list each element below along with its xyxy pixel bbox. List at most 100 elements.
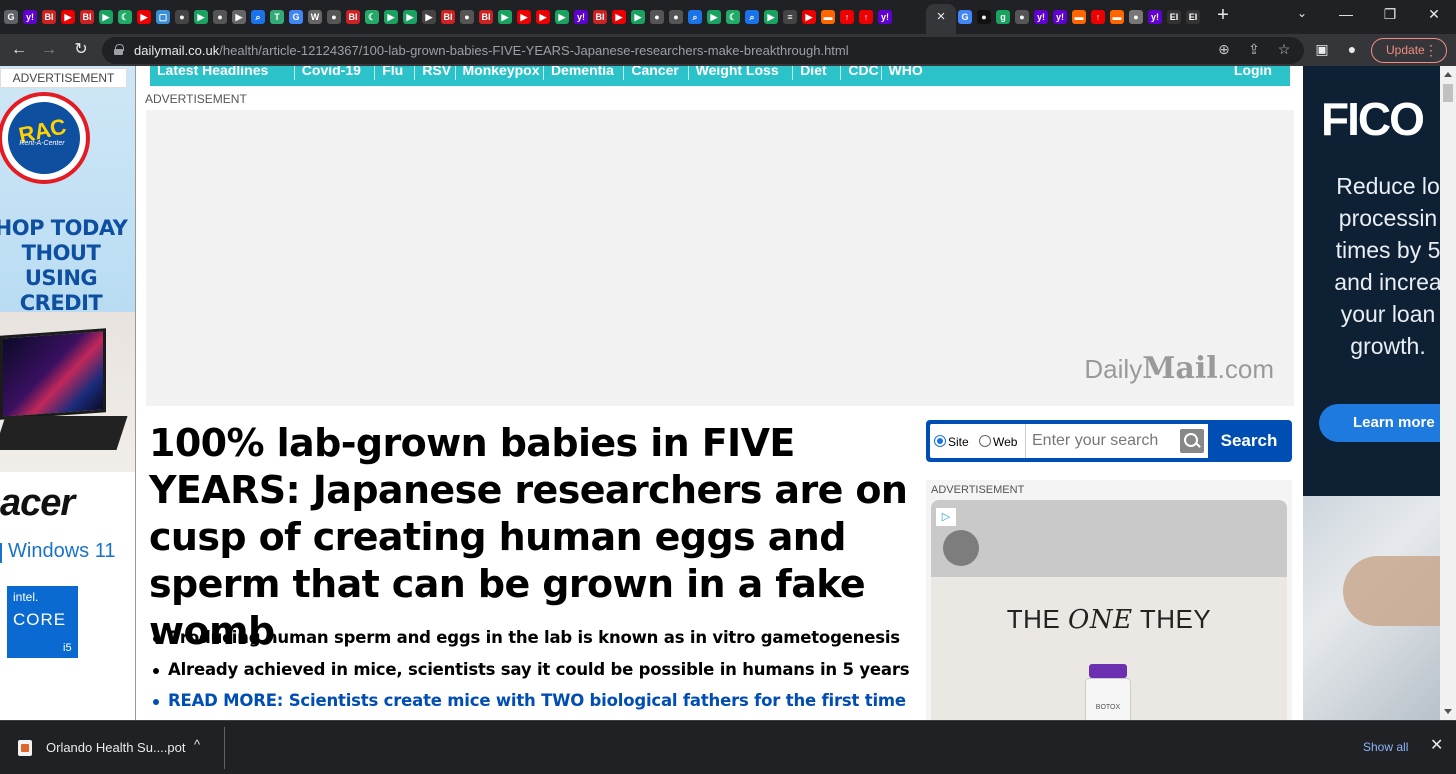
laptop-image[interactable] bbox=[0, 312, 135, 472]
tab-favicon-icon[interactable]: BI bbox=[441, 10, 455, 24]
scroll-down-arrow-icon[interactable] bbox=[1444, 709, 1452, 714]
show-all-downloads-link[interactable]: Show all bbox=[1363, 740, 1408, 754]
active-tab[interactable]: × bbox=[926, 4, 956, 34]
forward-arrow-icon[interactable]: → bbox=[38, 39, 60, 61]
tab-favicon-icon[interactable]: ⌕ bbox=[745, 10, 759, 24]
background-tab-favicons[interactable]: Gy! BI ▶ BI ▶ ☾ ▶ ▢ ● ▶ ● ▶ ⌕ T G W ● BI ☾ ▶ ▶ ▶ BI ● BI ▶ ▶ ▶ ▶ y! BI… bbox=[4, 6, 897, 28]
tab-favicon-icon[interactable]: ● bbox=[1129, 10, 1143, 24]
radio-site-label[interactable]: Site bbox=[948, 435, 969, 449]
nav-item[interactable]: Cancer bbox=[631, 66, 678, 78]
scroll-thumb[interactable] bbox=[1443, 84, 1453, 102]
tab-favicon-icon[interactable]: ● bbox=[1015, 10, 1029, 24]
close-window-icon[interactable]: ✕ bbox=[1424, 6, 1444, 23]
minimize-icon[interactable]: — bbox=[1336, 6, 1356, 22]
tab-favicon-icon[interactable]: ↑ bbox=[1091, 10, 1105, 24]
nav-item[interactable]: Latest Headlines bbox=[157, 66, 268, 78]
reload-icon[interactable]: ↻ bbox=[70, 39, 92, 61]
tab-favicon-icon[interactable]: ▶ bbox=[802, 10, 816, 24]
tab-favicon-icon[interactable]: ● bbox=[175, 10, 189, 24]
tab-favicon-icon[interactable]: ▬ bbox=[821, 10, 835, 24]
nav-item[interactable]: WHO bbox=[889, 66, 923, 78]
radio-web-label[interactable]: Web bbox=[993, 435, 1017, 449]
tab-favicon-icon[interactable]: ▶ bbox=[764, 10, 778, 24]
tab-favicon-icon[interactable]: ▶ bbox=[422, 10, 436, 24]
tab-favicon-icon[interactable]: y! bbox=[1034, 10, 1048, 24]
tab-favicon-icon[interactable]: ↑ bbox=[840, 10, 854, 24]
bookmark-star-icon[interactable]: ☆ bbox=[1274, 41, 1294, 58]
tab-favicon-icon[interactable]: G bbox=[4, 10, 18, 24]
tab-favicon-icon[interactable]: ▬ bbox=[1110, 10, 1124, 24]
tab-favicon-icon[interactable]: EI bbox=[1167, 10, 1181, 24]
tab-favicon-icon[interactable]: ▶ bbox=[707, 10, 721, 24]
close-tab-icon[interactable]: × bbox=[937, 8, 946, 25]
radio-web[interactable] bbox=[979, 435, 991, 447]
login-link[interactable]: Login bbox=[1234, 66, 1272, 78]
profile-avatar-icon[interactable]: ● bbox=[1342, 41, 1362, 57]
top-banner-ad[interactable]: DailyMail.com bbox=[146, 110, 1294, 406]
botox-ad-card[interactable]: ▷ THE ONE THEY BOTOX bbox=[931, 500, 1287, 720]
tab-favicon-icon[interactable]: ⌕ bbox=[688, 10, 702, 24]
tab-favicon-icon[interactable]: y! bbox=[1148, 10, 1162, 24]
side-panel-icon[interactable]: ▣ bbox=[1312, 41, 1332, 58]
tab-favicon-icon[interactable]: ▶ bbox=[61, 10, 75, 24]
tab-favicon-icon[interactable]: ▶ bbox=[517, 10, 531, 24]
powerpoint-file-icon[interactable] bbox=[18, 740, 32, 756]
tab-favicon-icon[interactable]: ● bbox=[977, 10, 991, 24]
background-tab-favicons-after[interactable]: G ● g ● y! y! ▬ ↑ ▬ ● y! EI EI bbox=[958, 6, 1205, 28]
nav-item[interactable]: Monkeypox bbox=[463, 66, 540, 78]
nav-item[interactable]: Dementia bbox=[551, 66, 614, 78]
tab-favicon-icon[interactable]: ● bbox=[327, 10, 341, 24]
tab-favicon-icon[interactable]: y! bbox=[23, 10, 37, 24]
tab-favicon-icon[interactable]: T bbox=[270, 10, 284, 24]
update-button[interactable]: Update ⋮ bbox=[1371, 38, 1447, 63]
tab-favicon-icon[interactable]: ▶ bbox=[99, 10, 113, 24]
more-menu-icon[interactable]: ⋮ bbox=[1424, 39, 1438, 62]
nav-item[interactable]: Covid-19 bbox=[302, 66, 361, 78]
tab-favicon-icon[interactable]: ☾ bbox=[365, 10, 379, 24]
page-scrollbar[interactable] bbox=[1440, 66, 1456, 720]
tab-favicon-icon[interactable]: ▢ bbox=[156, 10, 170, 24]
tab-favicon-icon[interactable]: g bbox=[996, 10, 1010, 24]
address-bar[interactable]: dailymail.co.uk/health/article-12124367/… bbox=[102, 37, 1304, 64]
tab-favicon-icon[interactable]: ↑ bbox=[859, 10, 873, 24]
tab-favicon-icon[interactable]: y! bbox=[878, 10, 892, 24]
tab-favicon-icon[interactable]: EI bbox=[1186, 10, 1200, 24]
right-skyscraper-ad[interactable]: FICO Reduce lo processin times by 5 and … bbox=[1303, 66, 1440, 720]
tab-favicon-icon[interactable]: ☾ bbox=[118, 10, 132, 24]
rac-logo[interactable]: RAC Rent-A-Center bbox=[0, 92, 90, 184]
tab-favicon-icon[interactable]: ▶ bbox=[555, 10, 569, 24]
tab-favicon-icon[interactable]: G bbox=[958, 10, 972, 24]
tab-favicon-icon[interactable]: ▶ bbox=[403, 10, 417, 24]
nav-item[interactable]: CDC bbox=[848, 66, 878, 78]
tab-favicon-icon[interactable]: ▶ bbox=[612, 10, 626, 24]
tab-favicon-icon[interactable]: BI bbox=[42, 10, 56, 24]
tab-favicon-icon[interactable]: ▶ bbox=[232, 10, 246, 24]
tab-favicon-icon[interactable]: BI bbox=[346, 10, 360, 24]
zoom-icon[interactable]: ⊕ bbox=[1214, 41, 1234, 58]
download-file-name[interactable]: Orlando Health Su....pot bbox=[46, 740, 185, 755]
tab-favicon-icon[interactable]: ☾ bbox=[726, 10, 740, 24]
learn-more-button[interactable]: Learn more bbox=[1319, 404, 1440, 442]
search-button[interactable]: Search bbox=[1210, 424, 1288, 458]
tab-favicon-icon[interactable]: y! bbox=[1053, 10, 1067, 24]
tab-favicon-icon[interactable]: G bbox=[289, 10, 303, 24]
tab-favicon-icon[interactable]: ▶ bbox=[631, 10, 645, 24]
tab-favicon-icon[interactable]: ▬ bbox=[1072, 10, 1086, 24]
maximize-icon[interactable]: ❐ bbox=[1380, 6, 1400, 23]
sidebar-ad[interactable]: ADVERTISEMENT ▷ THE ONE THEY BOTOX bbox=[926, 480, 1292, 720]
tab-favicon-icon[interactable]: ● bbox=[460, 10, 474, 24]
tab-favicon-icon[interactable]: ▶ bbox=[498, 10, 512, 24]
adchoices-icon[interactable]: ▷ bbox=[936, 508, 956, 526]
tab-favicon-icon[interactable]: ▶ bbox=[536, 10, 550, 24]
tab-favicon-icon[interactable]: ▶ bbox=[384, 10, 398, 24]
nav-item[interactable]: Weight Loss bbox=[696, 66, 779, 78]
close-shelf-icon[interactable]: ✕ bbox=[1430, 735, 1443, 755]
tab-favicon-icon[interactable]: ≡ bbox=[783, 10, 797, 24]
scroll-up-arrow-icon[interactable] bbox=[1444, 72, 1452, 77]
url-text[interactable]: dailymail.co.uk/health/article-12124367/… bbox=[134, 43, 849, 58]
tab-favicon-icon[interactable]: ● bbox=[669, 10, 683, 24]
tab-favicon-icon[interactable]: ▶ bbox=[194, 10, 208, 24]
tab-favicon-icon[interactable]: BI bbox=[80, 10, 94, 24]
tab-favicon-icon[interactable]: ▶ bbox=[137, 10, 151, 24]
search-input[interactable] bbox=[1026, 424, 1176, 458]
